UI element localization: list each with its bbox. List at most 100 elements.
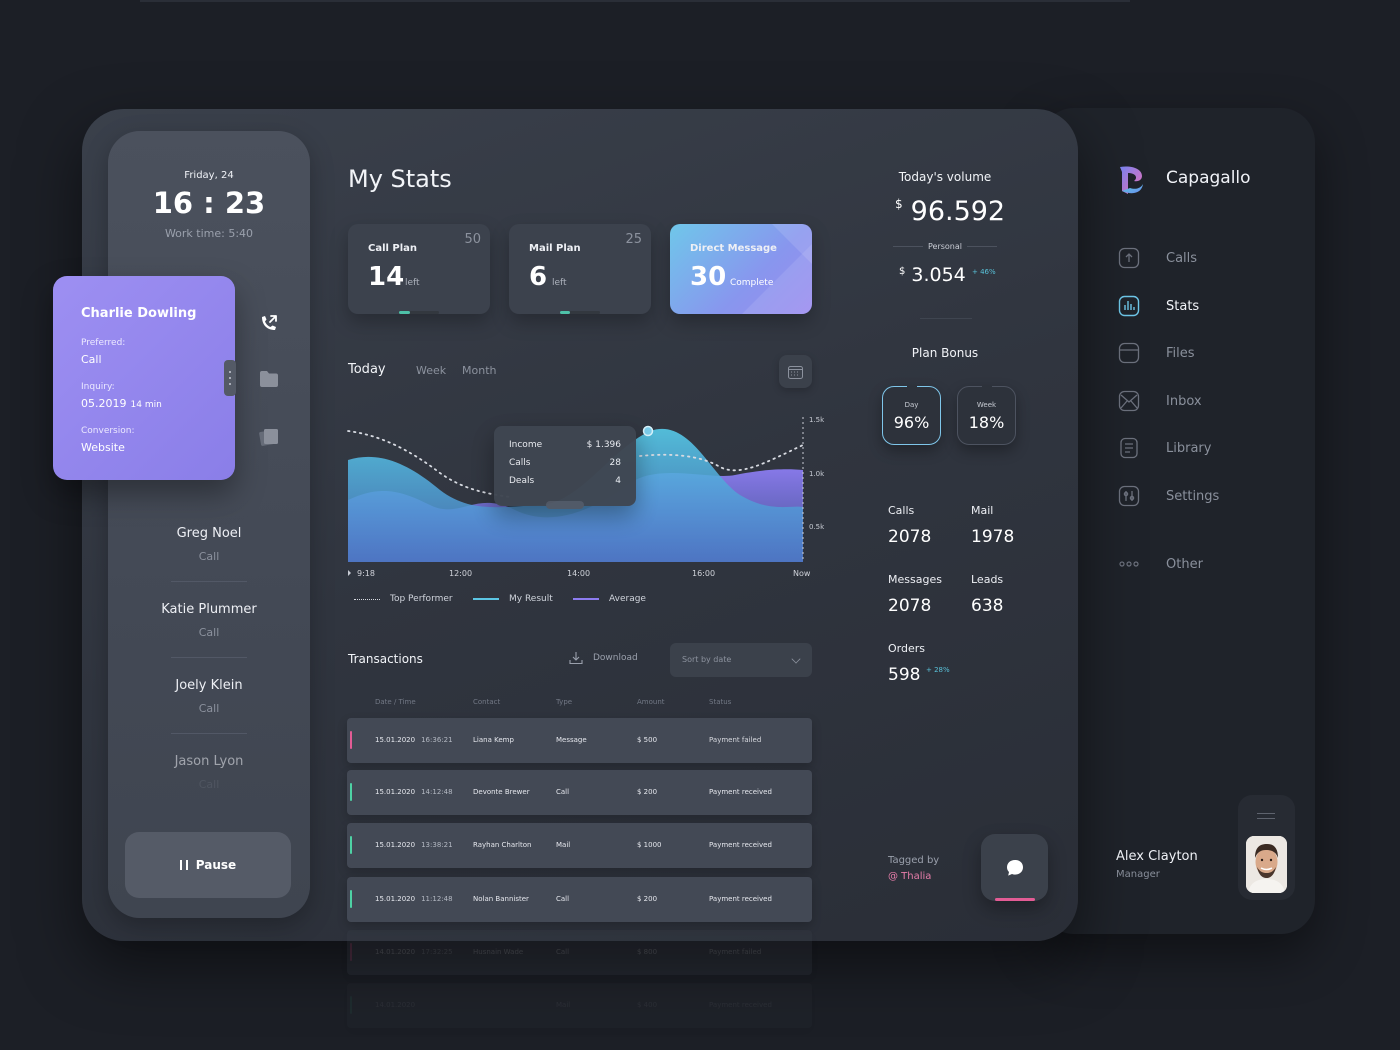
cell-type: Call (556, 948, 569, 956)
legend-my-result: My Result (473, 594, 553, 604)
table-row[interactable]: 14.01.2020 17:32:25 Husnain Wade Call $ 800 P… (347, 930, 812, 975)
contact-name: Charlie Dowling (81, 306, 197, 321)
nav-item-settings[interactable]: Settings (1116, 483, 1219, 509)
tab-month[interactable]: Month (462, 364, 496, 377)
plan-value: 14 (368, 262, 405, 292)
table-row[interactable]: 15.01.2020 16:36:21 Liana Kemp Message $ 500… (347, 718, 812, 763)
cell-time: 13:38:21 (421, 841, 453, 849)
cell-contact: Nolan Bannister (473, 895, 529, 903)
contact-list-item[interactable]: Greg Noel Call (108, 526, 310, 563)
status-indicator (350, 943, 352, 961)
table-row[interactable]: 14.01.2020 Mail $ 400 Payment received (347, 983, 812, 1028)
cell-amount: $ 400 (637, 1001, 657, 1009)
menu-handle-icon[interactable] (1257, 813, 1275, 819)
bonus-day[interactable]: Day 96% (882, 385, 941, 445)
tooltip-value: 4 (615, 476, 621, 486)
cell-status: Payment failed (709, 736, 761, 744)
nav-item-stats[interactable]: Stats (1116, 293, 1199, 319)
contact-list-item[interactable]: Jason Lyon Call (108, 754, 310, 791)
transactions-title: Transactions (348, 652, 423, 666)
active-contact-card[interactable]: Charlie Dowling Preferred: Call Inquiry:… (53, 276, 235, 480)
legend-label: My Result (509, 594, 553, 604)
card-decoration (742, 224, 812, 314)
contact-item-name: Katie Plummer (161, 602, 257, 617)
download-button[interactable]: Download (569, 651, 638, 665)
cards-icon[interactable] (258, 426, 280, 448)
legend-swatch (354, 598, 380, 600)
call-plan-card[interactable]: Call Plan 50 14 left (348, 224, 490, 314)
contact-item-name: Joely Klein (175, 678, 243, 693)
tagged-user-link[interactable]: @ Thalia (888, 871, 931, 882)
nav-label: Library (1166, 440, 1212, 456)
y-tick: 0.5k (809, 523, 825, 531)
table-row[interactable]: 15.01.2020 11:12:48 Nolan Bannister Call $ 2… (347, 877, 812, 922)
y-tick: 1.5k (809, 416, 825, 424)
nav-item-calls[interactable]: Calls (1116, 245, 1197, 271)
plan-progress (560, 311, 600, 314)
cell-date: 15.01.2020 11:12:48 (375, 895, 453, 903)
nav-item-library[interactable]: Library (1116, 435, 1211, 461)
nav-item-files[interactable]: Files (1116, 340, 1195, 366)
selected-point[interactable] (642, 425, 654, 437)
x-tick: 16:00 (692, 569, 715, 578)
contact-list-item[interactable]: Katie Plummer Call (108, 602, 310, 639)
plan-bonus-title: Plan Bonus (911, 346, 979, 360)
cell-text: Mail (556, 1001, 571, 1009)
contact-list-item[interactable]: Joely Klein Call (108, 678, 310, 715)
metric-label: Mail (971, 504, 994, 517)
conversion-value: Website (81, 441, 125, 454)
bonus-value: 96% (893, 413, 930, 432)
nav-item-inbox[interactable]: Inbox (1116, 388, 1202, 414)
cell-date: 15.01.2020 16:36:21 (375, 736, 453, 744)
cell-amount: $ 1000 (637, 841, 662, 849)
cell-type: Call (556, 788, 569, 796)
preferred-label: Preferred: (81, 338, 126, 348)
cell-text: $ 200 (637, 788, 658, 796)
cell-text: Payment received (709, 895, 772, 903)
profile-card[interactable] (1238, 795, 1295, 900)
metric-mail: Mail 1978 (971, 504, 1014, 547)
work-time: Work time: 5:40 (164, 227, 254, 240)
metric-messages: Messages 2078 (888, 573, 942, 616)
cell-status: Payment received (709, 841, 772, 849)
divider (171, 657, 247, 658)
cell-time: 14:12:48 (421, 788, 453, 796)
mail-plan-card[interactable]: Mail Plan 25 6 left (509, 224, 651, 314)
bonus-week[interactable]: Week 18% (957, 385, 1016, 445)
legend-label: Average (609, 594, 646, 604)
direct-message-card[interactable]: Direct Message 30 Complete (670, 224, 812, 314)
currency-symbol: $ (895, 197, 903, 211)
nav-item-other[interactable]: Other (1116, 551, 1203, 577)
sort-select[interactable]: Sort by date (670, 643, 812, 677)
play-icon[interactable] (348, 570, 351, 576)
tooltip-row: Deals 4 (509, 476, 621, 486)
cell-text: Message (556, 736, 587, 744)
table-row[interactable]: 15.01.2020 13:38:21 Rayhan Charlton Mail $ 1… (347, 823, 812, 868)
chat-button[interactable] (981, 834, 1048, 901)
tab-today[interactable]: Today (348, 362, 386, 377)
folder-icon[interactable] (258, 368, 280, 390)
metric-value: 638 (971, 596, 1004, 616)
cell-date: 14.01.2020 (375, 1001, 421, 1009)
nav-label: Settings (1166, 488, 1220, 504)
avatar (1246, 836, 1287, 893)
volume-title: Today's volume (898, 170, 992, 184)
tooltip-value: $ 1.396 (586, 440, 621, 450)
card-drag-handle[interactable] (224, 360, 236, 396)
phone-call-icon[interactable] (258, 312, 280, 334)
cell-text: $ 500 (637, 736, 658, 744)
capagallo-logo-icon (1120, 166, 1143, 194)
table-row[interactable]: 15.01.2020 14:12:48 Devonte Brewer Call $ 20… (347, 770, 812, 815)
tooltip-label: Calls (509, 458, 531, 468)
plan-unit: Complete (730, 278, 774, 288)
conversion-label: Conversion: (81, 426, 135, 436)
tab-week[interactable]: Week (416, 364, 446, 377)
bonus-label: Week (976, 401, 997, 409)
nav-label: Other (1166, 556, 1203, 572)
cell-time: 16:36:21 (421, 736, 453, 744)
plan-max: 25 (625, 232, 642, 247)
calendar-button[interactable] (779, 355, 812, 388)
cell-text: Payment failed (709, 948, 762, 956)
pause-button[interactable]: Pause (125, 832, 291, 898)
divider (920, 318, 972, 319)
